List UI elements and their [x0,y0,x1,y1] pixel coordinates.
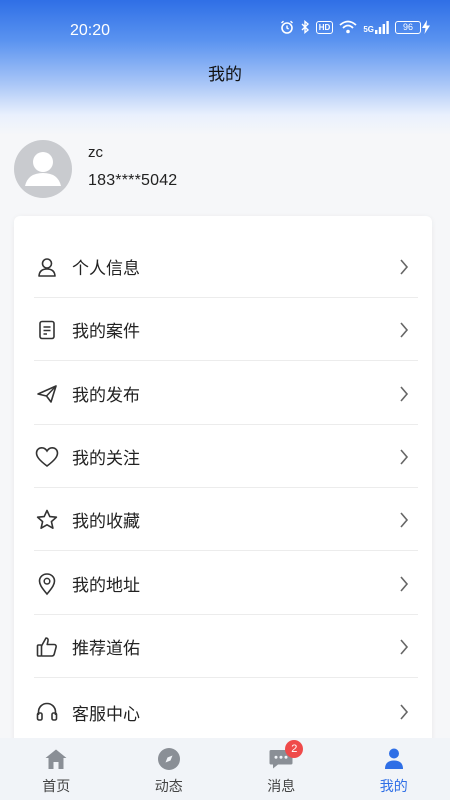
tab-mine[interactable]: 我的 [338,738,450,800]
chevron-right-icon [396,637,412,657]
tab-label: 首页 [42,779,71,795]
battery-level: 96 [395,20,421,34]
heart-icon [34,444,60,470]
status-icons: HD 5G 96 [280,20,430,34]
location-pin-icon [34,571,60,597]
star-icon [34,507,60,533]
signal-bars-icon [375,20,389,34]
chevron-right-icon [396,447,412,467]
tab-home[interactable]: 首页 [0,738,113,800]
tab-messages[interactable]: 2 消息 [225,738,338,800]
user-name: zc [88,144,103,161]
menu-item-personal-info[interactable]: 个人信息 [34,236,418,298]
status-time: 20:20 [70,22,111,39]
avatar[interactable] [14,140,72,198]
menu-item-label: 我的地址 [72,576,140,596]
charging-bolt-icon [422,20,430,34]
paper-plane-icon [34,381,60,407]
menu-item-label: 个人信息 [72,259,140,279]
menu-item-label: 推荐道佑 [72,639,140,659]
menu-item-my-follows[interactable]: 我的关注 [34,426,418,488]
tab-label: 我的 [379,779,408,795]
document-icon [34,317,60,343]
unread-badge: 2 [285,740,304,758]
battery-indicator: 96 [395,20,430,34]
network-type: 5G [363,24,374,34]
user-icon [34,254,60,280]
menu-item-recommend[interactable]: 推荐道佑 [34,616,418,678]
person-icon [381,746,407,772]
tab-label: 消息 [267,779,296,795]
menu-card: 个人信息 我的案件 我的发布 我的关注 我的收藏 我的地址 推荐道佑 客服中心 [14,216,432,756]
home-icon [43,746,69,772]
profile-section[interactable]: zc 183****5042 [14,138,434,198]
chevron-right-icon [396,702,412,722]
menu-item-label: 我的发布 [72,386,140,406]
thumbs-up-icon [34,634,60,660]
chevron-right-icon [396,574,412,594]
chat-icon: 2 [268,740,304,772]
menu-item-my-cases[interactable]: 我的案件 [34,299,418,361]
menu-item-my-address[interactable]: 我的地址 [34,553,418,615]
menu-item-label: 我的关注 [72,449,140,469]
default-avatar-icon [25,152,61,186]
bluetooth-icon [300,20,310,34]
menu-item-label: 我的收藏 [72,512,140,532]
user-phone: 183****5042 [88,172,178,189]
page-title: 我的 [208,65,242,85]
menu-item-my-posts[interactable]: 我的发布 [34,363,418,425]
chevron-right-icon [396,510,412,530]
tab-label: 动态 [154,779,183,795]
hd-badge: HD [315,20,334,34]
chevron-right-icon [396,257,412,277]
chevron-right-icon [396,320,412,340]
compass-icon [156,746,182,772]
cellular-signal: 5G [363,20,389,34]
menu-item-my-favorites[interactable]: 我的收藏 [34,489,418,551]
menu-item-customer-service[interactable]: 客服中心 [34,681,418,743]
menu-item-label: 我的案件 [72,322,140,342]
alarm-icon [280,20,294,34]
headset-icon [34,699,60,725]
status-bar: 20:20 HD 5G 96 [0,14,450,48]
chevron-right-icon [396,384,412,404]
menu-item-label: 客服中心 [72,704,140,725]
bottom-tab-bar: 首页 动态 2 消息 我的 [0,738,450,800]
tab-feed[interactable]: 动态 [113,738,226,800]
wifi-icon [339,20,357,34]
